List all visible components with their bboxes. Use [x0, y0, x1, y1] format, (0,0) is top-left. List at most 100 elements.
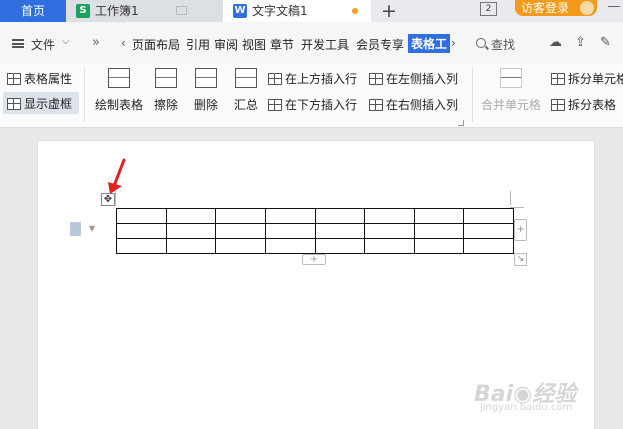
table-cell[interactable]: [264, 223, 316, 239]
minimize-icon[interactable]: [608, 6, 620, 7]
summary-label: 汇总: [233, 98, 258, 112]
insert-row-above-icon: [268, 72, 282, 85]
erase-button[interactable]: 擦除: [150, 68, 182, 126]
menu-scroll-left-icon[interactable]: ‹: [121, 36, 126, 50]
merge-cells-button[interactable]: 合并单元格: [478, 68, 544, 126]
delete-table-icon: [195, 68, 217, 88]
search-label[interactable]: 查找: [491, 36, 515, 53]
table-cell[interactable]: [413, 223, 465, 239]
menu-table-tools[interactable]: 表格工: [408, 34, 451, 53]
draw-table-button[interactable]: 绘制表格: [93, 68, 145, 126]
split-cells-icon: [551, 72, 565, 85]
eraser-icon: [155, 68, 177, 88]
new-tab-button[interactable]: +: [377, 0, 401, 22]
table-cell[interactable]: [314, 223, 366, 239]
delete-label: 删除: [193, 98, 218, 112]
table-cell[interactable]: [314, 238, 366, 254]
insert-row-above-label: 在上方插入行: [285, 72, 358, 86]
table-cell[interactable]: [463, 223, 514, 239]
red-arrow-annotation: [108, 158, 126, 194]
share-icon[interactable]: ⇪: [575, 35, 586, 50]
table-cell[interactable]: [364, 238, 415, 254]
chevron-down-icon[interactable]: ⌵: [62, 36, 70, 47]
insert-row-below-button[interactable]: 在下方插入行: [268, 96, 357, 113]
file-menu[interactable]: 文件: [31, 36, 55, 53]
table-properties-button[interactable]: 表格属性: [7, 70, 72, 87]
table-cell[interactable]: [463, 238, 514, 254]
draw-table-icon: [108, 68, 130, 88]
menu-references[interactable]: 引用: [186, 36, 210, 53]
window-count-button[interactable]: 2: [480, 2, 497, 16]
insert-col-left-label: 在左侧插入列: [386, 72, 459, 86]
tab-workbook-label: 工作簿1: [95, 4, 139, 18]
document-table[interactable]: [116, 208, 514, 254]
insert-col-left-icon: [369, 72, 383, 85]
insert-col-right-label: 在右侧插入列: [386, 98, 459, 112]
merge-cells-label: 合并单元格: [480, 98, 541, 112]
table-cell[interactable]: [413, 208, 465, 224]
table-properties-icon: [7, 72, 21, 85]
table-resize-handle-icon[interactable]: ↘: [514, 253, 527, 266]
tab-document-label: 文字文稿1: [252, 4, 308, 18]
hamburger-icon[interactable]: [12, 39, 24, 48]
erase-label: 擦除: [153, 98, 178, 112]
insert-row-below-icon: [268, 98, 282, 111]
summary-button[interactable]: 汇总: [231, 68, 261, 126]
tab-home[interactable]: 首页: [0, 0, 66, 22]
window-preview-icon[interactable]: [176, 6, 187, 15]
table-cell[interactable]: [215, 208, 266, 224]
table-cell[interactable]: [116, 238, 167, 254]
delete-button[interactable]: 删除: [187, 68, 225, 126]
table-cell[interactable]: [116, 223, 167, 239]
add-row-button[interactable]: +: [302, 254, 326, 265]
menu-scroll-right-icon[interactable]: ›: [451, 36, 456, 50]
cloud-sync-icon[interactable]: ☁: [549, 35, 562, 50]
table-cell[interactable]: [165, 208, 217, 224]
watermark-url: jingyan.baidu.com: [480, 402, 573, 413]
table-cell[interactable]: [463, 208, 514, 224]
insert-row-above-button[interactable]: 在上方插入行: [268, 70, 357, 87]
menu-review[interactable]: 审阅: [214, 36, 238, 53]
split-cells-button[interactable]: 拆分单元格: [551, 70, 623, 87]
table-move-handle-icon[interactable]: ✥: [101, 193, 115, 206]
table-cell[interactable]: [215, 238, 266, 254]
search-icon[interactable]: [476, 38, 486, 48]
insert-col-right-button[interactable]: 在右侧插入列: [369, 96, 458, 113]
tab-document[interactable]: W 文字文稿1: [223, 0, 371, 22]
menu-view[interactable]: 视图: [242, 36, 266, 53]
visitor-login-button[interactable]: 访客登录: [515, 0, 597, 16]
table-cell[interactable]: [165, 223, 217, 239]
split-table-icon: [551, 98, 565, 111]
paragraph-icon[interactable]: [70, 222, 81, 236]
table-cell[interactable]: [116, 208, 167, 224]
summary-icon: [235, 68, 257, 88]
split-table-button[interactable]: 拆分表格: [551, 96, 616, 113]
show-gridlines-button[interactable]: 显示虚框: [7, 95, 72, 112]
table-cell[interactable]: [264, 238, 316, 254]
table-cell[interactable]: [364, 208, 415, 224]
table-row: [116, 208, 514, 224]
menu-developer[interactable]: 开发工具: [301, 36, 349, 53]
table-cell[interactable]: [264, 208, 316, 224]
unsaved-dot-icon: [352, 8, 358, 14]
table-row: [116, 223, 514, 239]
menu-page-layout[interactable]: 页面布局: [132, 36, 180, 53]
table-cell[interactable]: [364, 223, 415, 239]
tab-workbook[interactable]: S 工作簿1: [66, 0, 223, 22]
table-cell[interactable]: [165, 238, 217, 254]
chevron-down-icon[interactable]: ▼: [89, 224, 95, 233]
table-row: [116, 238, 514, 254]
insert-col-left-button[interactable]: 在左侧插入列: [369, 70, 458, 87]
add-column-button[interactable]: +: [514, 219, 527, 241]
margin-mark: [510, 191, 518, 205]
table-cell[interactable]: [215, 223, 266, 239]
table-cell[interactable]: [413, 238, 465, 254]
edit-icon[interactable]: ✎: [600, 35, 611, 50]
table-cell[interactable]: [314, 208, 366, 224]
more-menu-icon[interactable]: »: [92, 35, 100, 50]
ribbon-dialog-launcher-icon[interactable]: [458, 120, 464, 126]
menu-member[interactable]: 会员专享: [356, 36, 404, 53]
merge-cells-icon: [500, 68, 522, 88]
writer-app-icon: W: [233, 4, 247, 18]
menu-sections[interactable]: 章节: [270, 36, 294, 53]
